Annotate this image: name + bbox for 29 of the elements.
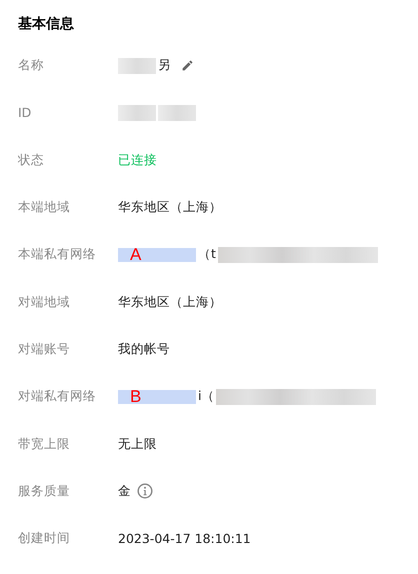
- status-text: 已连接: [118, 152, 157, 169]
- value-text: i（: [198, 388, 214, 406]
- value-text: 另: [158, 57, 171, 74]
- info-icon[interactable]: [137, 483, 153, 500]
- value-text: 华东地区（上海）: [118, 199, 222, 216]
- field-label: 状态: [18, 152, 45, 169]
- annotation-letter: A: [130, 248, 142, 262]
- value-text: 我的帐号: [118, 340, 170, 358]
- value-text: 无上限: [118, 436, 157, 453]
- section-title: 基本信息: [18, 15, 75, 34]
- value-text: （t: [198, 246, 216, 264]
- field-label: 对端地域: [18, 294, 71, 311]
- edit-icon[interactable]: [181, 59, 194, 72]
- field-label: 本端地域: [18, 199, 71, 216]
- redaction-blur: [118, 58, 156, 74]
- field-label: 服务质量: [18, 482, 71, 500]
- field-label: 带宽上限: [18, 436, 71, 453]
- field-label: ID: [18, 105, 32, 120]
- annotation-letter: B: [130, 390, 142, 404]
- field-label: 名称: [18, 57, 45, 74]
- value-text: 华东地区（上海）: [118, 294, 222, 311]
- redaction-blur: [158, 104, 196, 121]
- field-label: 对端私有网络: [18, 388, 97, 406]
- field-label: 本端私有网络: [18, 246, 97, 264]
- value-text: 金: [118, 482, 131, 500]
- redaction-blur: [118, 104, 156, 121]
- value-text: 2023-04-17 18:10:11: [118, 531, 251, 546]
- field-label: 创建时间: [18, 530, 71, 548]
- field-label: 对端账号: [18, 340, 71, 358]
